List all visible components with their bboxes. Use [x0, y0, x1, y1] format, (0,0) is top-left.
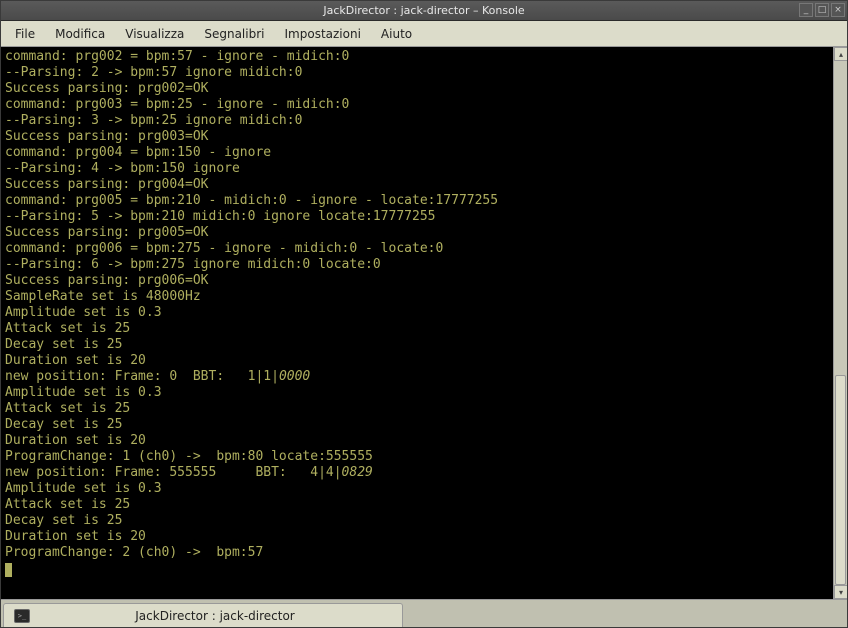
terminal-line: Decay set is 25 — [5, 417, 829, 433]
terminal-line: new position: Frame: 0 BBT: 1|1|0000 — [5, 369, 829, 385]
terminal-line: command: prg005 = bpm:210 - midich:0 - i… — [5, 193, 829, 209]
terminal-line: Attack set is 25 — [5, 401, 829, 417]
terminal-line: Duration set is 20 — [5, 353, 829, 369]
menu-help[interactable]: Aiuto — [371, 24, 422, 44]
terminal-line: --Parsing: 6 -> bpm:275 ignore midich:0 … — [5, 257, 829, 273]
terminal-line: Attack set is 25 — [5, 321, 829, 337]
terminal-line: Amplitude set is 0.3 — [5, 481, 829, 497]
terminal-cursor-line — [5, 561, 829, 577]
terminal-line: Success parsing: prg006=OK — [5, 273, 829, 289]
minimize-button[interactable]: _ — [799, 3, 813, 17]
terminal-line: SampleRate set is 48000Hz — [5, 289, 829, 305]
window-controls: _ □ × — [799, 3, 845, 17]
terminal-line: Success parsing: prg004=OK — [5, 177, 829, 193]
terminal-line: Duration set is 20 — [5, 433, 829, 449]
terminal-line: command: prg003 = bpm:25 - ignore - midi… — [5, 97, 829, 113]
titlebar: JackDirector : jack-director – Konsole _… — [1, 1, 847, 21]
terminal-line: Duration set is 20 — [5, 529, 829, 545]
terminal-icon — [14, 609, 30, 623]
terminal-line: command: prg002 = bpm:57 - ignore - midi… — [5, 49, 829, 65]
terminal-line: new position: Frame: 555555 BBT: 4|4|082… — [5, 465, 829, 481]
terminal-line: Amplitude set is 0.3 — [5, 385, 829, 401]
terminal-line: --Parsing: 3 -> bpm:25 ignore midich:0 — [5, 113, 829, 129]
menubar: File Modifica Visualizza Segnalibri Impo… — [1, 21, 847, 47]
scrollbar: ▴ ▾ — [833, 47, 847, 599]
terminal-output[interactable]: command: prg002 = bpm:57 - ignore - midi… — [1, 47, 833, 599]
terminal-line: --Parsing: 4 -> bpm:150 ignore — [5, 161, 829, 177]
app-window: JackDirector : jack-director – Konsole _… — [0, 0, 848, 628]
menu-bookmarks[interactable]: Segnalibri — [194, 24, 274, 44]
terminal-line: Decay set is 25 — [5, 337, 829, 353]
scroll-thumb[interactable] — [835, 375, 846, 585]
window-title: JackDirector : jack-director – Konsole — [323, 4, 524, 17]
terminal-line: Decay set is 25 — [5, 513, 829, 529]
terminal-line: Success parsing: prg005=OK — [5, 225, 829, 241]
tabbar: JackDirector : jack-director — [1, 599, 847, 627]
terminal-line: --Parsing: 2 -> bpm:57 ignore midich:0 — [5, 65, 829, 81]
menu-file[interactable]: File — [5, 24, 45, 44]
scroll-track[interactable] — [834, 61, 847, 585]
terminal-line: --Parsing: 5 -> bpm:210 midich:0 ignore … — [5, 209, 829, 225]
terminal-line: Success parsing: prg003=OK — [5, 129, 829, 145]
terminal-line: ProgramChange: 1 (ch0) -> bpm:80 locate:… — [5, 449, 829, 465]
scroll-down-button[interactable]: ▾ — [834, 585, 847, 599]
tab-label: JackDirector : jack-director — [38, 609, 392, 623]
menu-settings[interactable]: Impostazioni — [275, 24, 371, 44]
terminal-cursor — [5, 563, 12, 577]
close-button[interactable]: × — [831, 3, 845, 17]
terminal-line: Success parsing: prg002=OK — [5, 81, 829, 97]
terminal-line: Attack set is 25 — [5, 497, 829, 513]
scroll-up-button[interactable]: ▴ — [834, 47, 847, 61]
terminal-line: command: prg006 = bpm:275 - ignore - mid… — [5, 241, 829, 257]
menu-view[interactable]: Visualizza — [115, 24, 194, 44]
maximize-button[interactable]: □ — [815, 3, 829, 17]
terminal-container: command: prg002 = bpm:57 - ignore - midi… — [1, 47, 847, 599]
terminal-line: Amplitude set is 0.3 — [5, 305, 829, 321]
tab-active[interactable]: JackDirector : jack-director — [3, 603, 403, 627]
menu-edit[interactable]: Modifica — [45, 24, 115, 44]
terminal-line: command: prg004 = bpm:150 - ignore — [5, 145, 829, 161]
terminal-line: ProgramChange: 2 (ch0) -> bpm:57 — [5, 545, 829, 561]
